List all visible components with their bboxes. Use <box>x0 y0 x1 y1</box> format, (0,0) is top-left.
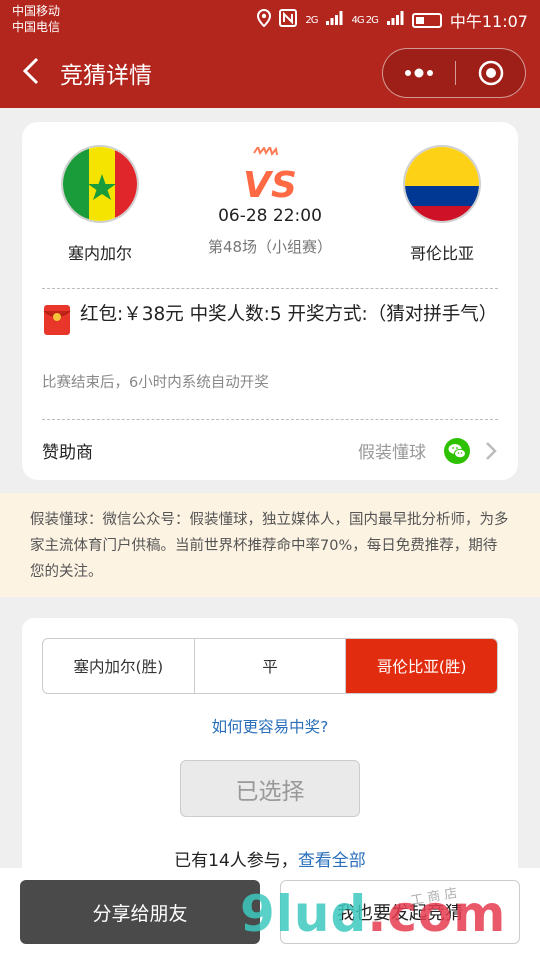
red-envelope-icon <box>40 302 74 336</box>
chevron-right-icon[interactable] <box>484 440 498 462</box>
status-icons: 2G 4G 2G 中午11:07 <box>257 8 528 32</box>
senegal-flag-icon <box>61 145 139 223</box>
outcome-options: 塞内加尔(胜) 平 哥伦比亚(胜) <box>42 638 498 694</box>
back-button[interactable] <box>14 54 48 88</box>
close-button[interactable] <box>456 49 526 97</box>
chevron-left-icon <box>22 57 39 85</box>
how-to-win-link[interactable]: 如何更容易中奖? <box>22 715 518 737</box>
signal-bars-2-icon <box>386 10 404 30</box>
more-button[interactable] <box>383 49 455 97</box>
vs-icon: VS <box>243 144 297 206</box>
auto-draw-note: 比赛结束后，6小时内系统自动开奖 <box>42 375 269 391</box>
signal-2-label: 4G 2G <box>351 14 378 26</box>
option-away-win[interactable]: 哥伦比亚(胜) <box>346 639 497 693</box>
clock: 中午11:07 <box>449 12 528 31</box>
home-team-name: 塞内加尔 <box>67 244 132 263</box>
nav-bar: 竞猜详情 <box>0 44 540 102</box>
miniapp-capsule <box>382 48 526 98</box>
selected-button[interactable]: 已选择 <box>180 760 360 817</box>
pick-card: 塞内加尔(胜) 平 哥伦比亚(胜) 如何更容易中奖? 已选择 已有14人参与，查… <box>22 618 518 878</box>
wechat-icon[interactable] <box>444 438 470 464</box>
share-button[interactable]: 分享给朋友 <box>20 880 260 944</box>
option-draw[interactable]: 平 <box>195 639 347 693</box>
divider <box>42 419 498 420</box>
nfc-icon <box>279 9 298 31</box>
carrier-2: 中国电信 <box>12 20 61 34</box>
page-title: 竞猜详情 <box>60 63 152 89</box>
start-guess-button[interactable]: 我也要发起竞猜 <box>280 880 520 944</box>
carrier-1: 中国移动 <box>12 4 61 18</box>
away-team-name: 哥伦比亚 <box>409 244 474 263</box>
bottom-action-bar: 分享给朋友 我也要发起竞猜 <box>0 868 540 960</box>
carrier-info: 中国移动 中国电信 <box>12 3 60 35</box>
signal-1-label: 2G <box>305 14 318 26</box>
svg-text:VS: VS <box>244 165 296 205</box>
status-bar: 中国移动 中国电信 2G 4G 2G 中午11:07 <box>0 0 540 38</box>
sponsor-notice: 假装懂球：微信公众号：假装懂球，独立媒体人，国内最早批分析师，为多家主流体育门户… <box>0 493 540 597</box>
target-close-icon <box>478 60 504 86</box>
location-icon <box>257 8 272 31</box>
more-dots-icon <box>405 68 433 78</box>
top-bar: 中国移动 中国电信 2G 4G 2G 中午11:07 竞猜详情 <box>0 0 540 108</box>
prize-description: 红包:￥38元 中奖人数:5 开奖方式:（猜对拼手气） <box>80 304 498 325</box>
match-round: 第48场（小组赛） <box>207 238 333 256</box>
sponsor-label: 赞助商 <box>42 443 93 463</box>
option-home-win[interactable]: 塞内加尔(胜) <box>43 639 195 693</box>
divider <box>42 288 498 289</box>
colombia-flag-icon <box>403 145 481 223</box>
signal-bars-icon <box>325 10 343 30</box>
match-time: 06-28 22:00 <box>218 206 322 226</box>
match-card: 塞内加尔 VS 06-28 22:00 第48场（小组赛） 哥伦比亚 红包:￥3… <box>22 122 518 480</box>
battery-icon <box>411 12 442 28</box>
sponsor-name[interactable]: 假装懂球 <box>358 438 426 463</box>
